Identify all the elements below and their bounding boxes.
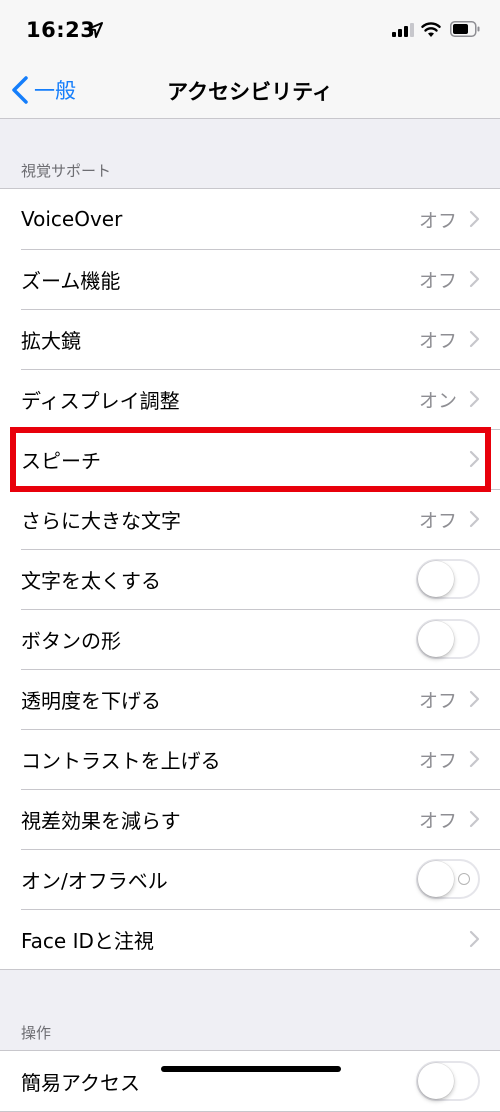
status-time: 16:23 <box>26 18 96 42</box>
row-display-accommodations[interactable]: ディスプレイ調整 オン <box>0 369 500 429</box>
row-reachability: 簡易アクセス <box>0 1051 500 1111</box>
button-shapes-toggle[interactable] <box>416 619 480 659</box>
toggle-knob <box>418 861 454 897</box>
off-label-circle-icon <box>458 873 470 885</box>
row-label: コントラストを上げる <box>21 748 221 773</box>
row-value: オフ <box>418 689 457 712</box>
row-value: オフ <box>418 269 457 292</box>
row-voiceover[interactable]: VoiceOver オフ <box>0 189 500 249</box>
location-arrow-icon <box>87 22 103 38</box>
page-title: アクセシビリティ <box>167 80 333 104</box>
row-label: 視差効果を減らす <box>21 808 181 833</box>
row-larger-text[interactable]: さらに大きな文字 オフ <box>0 489 500 549</box>
toggle-knob <box>418 621 454 657</box>
chevron-right-icon <box>469 450 480 468</box>
row-zoom[interactable]: ズーム機能 オフ <box>0 249 500 309</box>
chevron-right-icon <box>469 330 480 348</box>
chevron-right-icon <box>469 270 480 288</box>
chevron-right-icon <box>469 210 480 228</box>
settings-group-interaction: 簡易アクセス <box>0 1050 500 1112</box>
row-label: VoiceOver <box>21 207 123 231</box>
battery-icon <box>450 21 480 37</box>
home-indicator[interactable] <box>161 1066 341 1072</box>
row-label: 透明度を下げる <box>21 688 161 713</box>
row-value: オフ <box>418 509 457 532</box>
row-label: 拡大鏡 <box>21 328 81 353</box>
row-label: オン/オフラベル <box>21 868 168 893</box>
chevron-right-icon <box>469 750 480 768</box>
row-value: オン <box>418 389 457 412</box>
chevron-right-icon <box>469 930 480 948</box>
wifi-icon <box>421 22 441 37</box>
row-button-shapes: ボタンの形 <box>0 609 500 669</box>
row-increase-contrast[interactable]: コントラストを上げる オフ <box>0 729 500 789</box>
row-label: Face IDと注視 <box>21 928 154 953</box>
section-header-interaction: 操作 <box>21 1024 52 1042</box>
row-value: オフ <box>418 209 457 232</box>
row-face-id-attention[interactable]: Face IDと注視 <box>0 909 500 969</box>
toggle-knob <box>418 1063 454 1099</box>
row-label: ボタンの形 <box>21 628 121 653</box>
section-header-vision: 視覚サポート <box>21 162 112 180</box>
row-bold-text: 文字を太くする <box>0 549 500 609</box>
toggle-knob <box>418 561 454 597</box>
row-label: ディスプレイ調整 <box>21 388 180 413</box>
bold-text-toggle[interactable] <box>416 559 480 599</box>
row-magnifier[interactable]: 拡大鏡 オフ <box>0 309 500 369</box>
reachability-toggle[interactable] <box>416 1061 480 1101</box>
on-off-labels-toggle[interactable] <box>416 859 480 899</box>
chevron-right-icon <box>469 390 480 408</box>
row-label: ズーム機能 <box>21 268 121 293</box>
row-value: オフ <box>418 809 457 832</box>
row-label: 文字を太くする <box>21 568 161 593</box>
row-reduce-motion[interactable]: 視差効果を減らす オフ <box>0 789 500 849</box>
row-label: さらに大きな文字 <box>21 508 181 533</box>
row-label: スピーチ <box>21 448 101 473</box>
chevron-right-icon <box>469 810 480 828</box>
row-value: オフ <box>418 329 457 352</box>
row-value: オフ <box>418 749 457 772</box>
navigation-bar: 一般 アクセシビリティ <box>0 62 500 119</box>
chevron-right-icon <box>469 690 480 708</box>
row-on-off-labels: オン/オフラベル <box>0 849 500 909</box>
chevron-right-icon <box>469 510 480 528</box>
settings-group-vision: VoiceOver オフ ズーム機能 オフ 拡大鏡 オフ ディスプレイ調整 オン… <box>0 188 500 970</box>
row-speech[interactable]: スピーチ <box>0 429 500 489</box>
status-bar: 16:23 <box>0 0 500 62</box>
row-reduce-transparency[interactable]: 透明度を下げる オフ <box>0 669 500 729</box>
cellular-signal-icon <box>392 23 414 37</box>
